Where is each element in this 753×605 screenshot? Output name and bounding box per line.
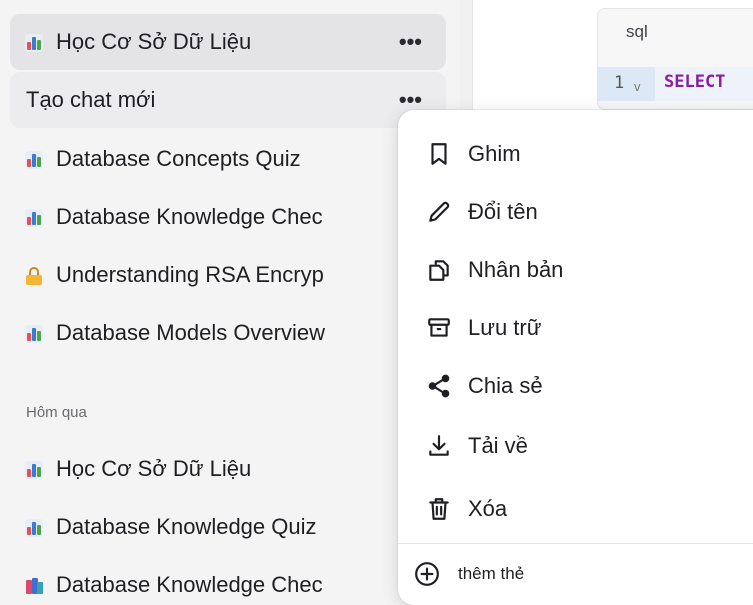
bar-chart-icon xyxy=(24,207,44,227)
chat-item-label: Understanding RSA Encryp xyxy=(56,262,324,287)
chat-item-hoc-co-so-du-lieu-yesterday[interactable]: Học Cơ Sở Dữ Liệu xyxy=(10,441,446,497)
menu-item-label: Lưu trữ xyxy=(468,315,542,340)
bookmark-icon xyxy=(431,143,447,165)
menu-item-label: thêm thẻ xyxy=(458,564,525,583)
menu-item-label: Nhân bản xyxy=(468,257,564,282)
chat-item-database-concepts-quiz[interactable]: Database Concepts Quiz xyxy=(10,131,446,187)
sidebar: Học Cơ Sở Dữ Liệu ••• Tạo chat mới ••• D… xyxy=(0,0,460,605)
fold-toggle[interactable]: v xyxy=(634,79,641,94)
menu-divider xyxy=(398,543,753,544)
chat-item-tao-chat-moi[interactable]: Tạo chat mới ••• xyxy=(10,72,446,128)
menu-item-label: Xóa xyxy=(468,496,508,521)
code-gutter xyxy=(598,67,655,101)
menu-item-duplicate[interactable]: Nhân bản xyxy=(398,246,753,294)
chat-item-label: Database Knowledge Chec xyxy=(56,204,323,229)
copy-icon xyxy=(429,260,449,281)
bar-chart-icon xyxy=(24,32,44,52)
plus-circle-icon xyxy=(415,562,439,586)
menu-item-label: Ghim xyxy=(468,141,521,166)
code-language-label: sql xyxy=(626,22,648,41)
line-number: 1 xyxy=(614,73,625,93)
chat-item-label: Database Knowledge Quiz xyxy=(56,514,317,539)
bar-chart-icon xyxy=(24,517,44,537)
menu-item-share[interactable]: Chia sẻ xyxy=(398,362,753,410)
menu-item-delete[interactable]: Xóa xyxy=(398,485,753,533)
bar-chart-icon xyxy=(24,459,44,479)
menu-item-download[interactable]: Tải về xyxy=(398,422,753,470)
chat-item-database-knowledge-check[interactable]: Database Knowledge Chec xyxy=(10,189,446,245)
menu-item-add-tag[interactable]: thêm thẻ xyxy=(398,550,753,598)
chat-item-label: Database Knowledge Chec xyxy=(56,572,323,597)
chat-item-hoc-co-so-du-lieu[interactable]: Học Cơ Sở Dữ Liệu ••• xyxy=(10,14,446,70)
bar-chart-icon xyxy=(24,149,44,169)
books-icon xyxy=(24,575,44,595)
trash-icon xyxy=(429,498,449,520)
chat-item-label: Học Cơ Sở Dữ Liệu xyxy=(56,456,252,481)
bar-chart-icon xyxy=(24,323,44,343)
menu-item-label: Tải về xyxy=(468,433,528,458)
menu-item-label: Đổi tên xyxy=(468,199,538,224)
more-options-button[interactable]: ••• xyxy=(399,29,422,55)
group-label-yesterday: Hôm qua xyxy=(26,404,87,421)
chat-item-understanding-rsa[interactable]: Understanding RSA Encryp xyxy=(10,247,446,303)
menu-item-label: Chia sẻ xyxy=(468,373,543,398)
share-icon xyxy=(428,374,450,398)
chat-item-label: Học Cơ Sở Dữ Liệu xyxy=(56,29,252,54)
code-block: sql 1 v SELECT xyxy=(597,8,753,110)
chat-item-database-models-overview[interactable]: Database Models Overview xyxy=(10,305,446,361)
code-keyword: SELECT xyxy=(664,72,726,92)
archive-icon xyxy=(428,318,450,337)
chat-item-database-knowledge-quiz[interactable]: Database Knowledge Quiz xyxy=(10,499,446,555)
chat-item-database-knowledge-check-2[interactable]: Database Knowledge Chec xyxy=(10,557,446,605)
chat-item-label: Tạo chat mới xyxy=(26,87,156,112)
lock-icon xyxy=(24,265,44,285)
chat-item-label: Database Models Overview xyxy=(56,320,326,345)
menu-item-rename[interactable]: Đổi tên xyxy=(398,188,753,236)
download-icon xyxy=(429,435,449,456)
pencil-icon xyxy=(429,201,450,222)
chat-item-label: Database Concepts Quiz xyxy=(56,146,301,171)
menu-item-archive[interactable]: Lưu trữ xyxy=(398,304,753,352)
context-menu: Ghim Đổi tên Nhân bản Lưu trữ Chia sẻ Tả… xyxy=(398,110,753,605)
menu-item-pin[interactable]: Ghim xyxy=(398,130,753,178)
